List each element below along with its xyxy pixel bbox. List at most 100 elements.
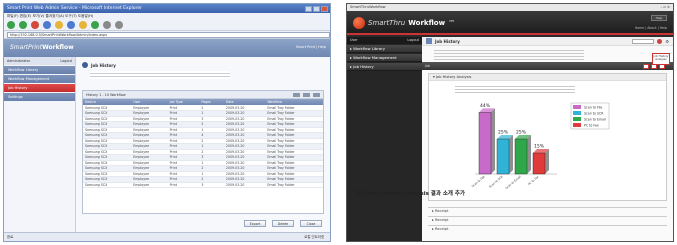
refresh-icon[interactable] bbox=[43, 21, 51, 29]
analysis-chart: 44% Scan to File 25% Scan to SCR 25% Scan to … bbox=[471, 102, 610, 191]
settings-icon[interactable]: ⚙ bbox=[665, 39, 669, 44]
export-icon[interactable] bbox=[313, 92, 320, 97]
user-name: Administrator bbox=[7, 59, 31, 63]
table-cell: 2009-03-20 bbox=[223, 182, 266, 188]
bar-face bbox=[514, 138, 528, 175]
user-name: User bbox=[350, 38, 358, 42]
window-controls bbox=[305, 4, 330, 13]
filter-icon[interactable] bbox=[303, 92, 310, 97]
sidebar-item-job-history[interactable]: ▸ Job History bbox=[347, 63, 422, 71]
sidebar-item-settings[interactable]: Settings bbox=[4, 93, 75, 101]
search-icon[interactable] bbox=[67, 21, 75, 29]
refresh-button[interactable] bbox=[293, 92, 300, 97]
main-panel: Job History ⚙ Job Job History Analysis ▾… bbox=[422, 37, 673, 241]
table-tools bbox=[293, 92, 320, 97]
bar-value-label: 25% bbox=[516, 130, 527, 136]
help-button[interactable]: Help bbox=[651, 15, 667, 21]
collapsed-section[interactable]: ▸ Receipt bbox=[428, 216, 667, 223]
page-tools: ⚙ bbox=[632, 38, 669, 44]
favorites-icon[interactable] bbox=[79, 21, 87, 29]
list-view-button[interactable] bbox=[643, 63, 649, 69]
sidebar-item-workflow-library[interactable]: Workflow Library bbox=[4, 66, 75, 74]
search-input[interactable] bbox=[632, 38, 655, 44]
main-panel: Job History History 1 - 10 Workflow Devi… bbox=[76, 57, 330, 232]
forward-icon[interactable] bbox=[19, 21, 27, 29]
user-bar: User Logout bbox=[347, 37, 422, 44]
section-header[interactable]: ▾ Job History Analysis bbox=[429, 74, 666, 81]
browser-window: Smart Print Web Admin Service - Microsof… bbox=[3, 3, 331, 242]
history-icon[interactable] bbox=[91, 21, 99, 29]
legend-swatch bbox=[573, 117, 581, 121]
table-toolbar-label: History 1 - 10 Workflow bbox=[86, 92, 126, 97]
table-row[interactable]: Samsung SCX Employee Print 3 2009-03-20 Email… bbox=[83, 182, 323, 188]
chart-bar bbox=[478, 108, 495, 175]
job-history-table: History 1 - 10 Workflow Device User Job … bbox=[82, 90, 324, 214]
help-icon[interactable] bbox=[657, 38, 663, 44]
history-table: Device User Job Type Pages Date Workflow… bbox=[83, 99, 323, 188]
app-window: SmartThruWorkflow – ▫ × SmartThru Workflo… bbox=[346, 3, 674, 242]
maximize-icon[interactable] bbox=[313, 5, 320, 12]
header-links[interactable]: Smart Print | Help bbox=[296, 45, 326, 49]
bar-value-label: 44% bbox=[480, 103, 491, 109]
browser-toolbar bbox=[4, 20, 330, 31]
window-titlebar: Smart Print Web Admin Service - Microsof… bbox=[4, 4, 330, 13]
chart-bar bbox=[496, 135, 513, 175]
page-title: Job History bbox=[435, 38, 460, 44]
page-title: Job History bbox=[91, 62, 116, 68]
minimize-icon[interactable] bbox=[305, 5, 312, 12]
table-cell: Print bbox=[167, 182, 200, 188]
bar-side bbox=[527, 135, 531, 174]
action-buttons: Export Delete Close bbox=[244, 220, 322, 227]
menu-bar[interactable]: 파일(F) 편집(E) 보기(V) 즐겨찾기(A) 도구(T) 도움말(H) bbox=[4, 13, 330, 20]
bar-value-label: 15% bbox=[534, 144, 545, 150]
bar-side bbox=[545, 149, 549, 174]
bar-value-label: 25% bbox=[498, 130, 509, 136]
logout-link[interactable]: Logout bbox=[60, 57, 72, 65]
stop-icon[interactable] bbox=[31, 21, 39, 29]
app-header: SmartPrintWorkflow Smart Print | Help bbox=[4, 39, 330, 57]
window-titlebar: SmartThruWorkflow – ▫ × bbox=[347, 4, 673, 11]
sidebar-item-job-history[interactable]: Job History bbox=[4, 84, 75, 92]
delete-button[interactable]: Delete bbox=[272, 220, 294, 227]
bar-face bbox=[532, 152, 546, 175]
app-logo: SmartPrintWorkflow bbox=[10, 44, 74, 51]
chart-bar bbox=[514, 135, 531, 175]
page-description bbox=[90, 71, 230, 79]
close-button[interactable]: Close bbox=[300, 220, 322, 227]
print-icon[interactable] bbox=[115, 21, 123, 29]
status-text: 완료 bbox=[7, 235, 14, 239]
history-icon bbox=[426, 38, 432, 44]
mail-icon[interactable] bbox=[103, 21, 111, 29]
header-links[interactable]: Home | About | Help bbox=[635, 26, 667, 30]
chart-bar bbox=[532, 149, 549, 175]
export-button[interactable]: Export bbox=[244, 220, 266, 227]
app-header: SmartThru Workflow ™ Help Home | About | H… bbox=[347, 11, 673, 35]
address-input[interactable]: http://192.168.0.5/SmartPrintWorkflow/Ad… bbox=[7, 31, 330, 38]
window-title: Smart Print Web Admin Service - Microsof… bbox=[7, 6, 142, 11]
table-cell: Email Tray Folder bbox=[265, 182, 323, 188]
category-label: Scan to Email bbox=[504, 175, 521, 191]
user-bar: Administrator Logout bbox=[4, 57, 75, 65]
chart-legend: Scan to File Scan to SCR Scan to Email PC t… bbox=[570, 102, 610, 130]
home-icon[interactable] bbox=[55, 21, 63, 29]
collapsed-section[interactable]: ▸ Receipt bbox=[428, 225, 667, 232]
toolbar-label: Job bbox=[425, 64, 430, 68]
app-logo: SmartThru Workflow ™ bbox=[353, 17, 455, 29]
table-cell: Employee bbox=[131, 182, 168, 188]
close-icon[interactable] bbox=[321, 5, 328, 12]
sidebar: Administrator Logout Workflow Library Wo… bbox=[4, 57, 76, 232]
collapsed-section[interactable]: ▸ Receipt bbox=[428, 207, 667, 214]
back-icon[interactable] bbox=[7, 21, 15, 29]
legend-swatch bbox=[573, 111, 581, 115]
category-label: Scan to File bbox=[471, 175, 486, 189]
table-cell: Samsung SCX bbox=[83, 182, 132, 188]
logout-link[interactable]: Logout bbox=[407, 37, 419, 44]
sidebar-item-workflow-library[interactable]: ▸ Workflow Library bbox=[347, 45, 422, 53]
history-icon bbox=[82, 62, 88, 68]
section-description bbox=[455, 84, 575, 94]
page-description bbox=[434, 48, 584, 60]
window-controls[interactable]: – ▫ × bbox=[660, 4, 670, 11]
sidebar: User Logout ▸ Workflow Library ▸ Workflo… bbox=[347, 37, 422, 241]
sidebar-item-workflow-management[interactable]: ▸ Workflow Management bbox=[347, 54, 422, 62]
sidebar-item-workflow-management[interactable]: Workflow Management bbox=[4, 75, 75, 83]
